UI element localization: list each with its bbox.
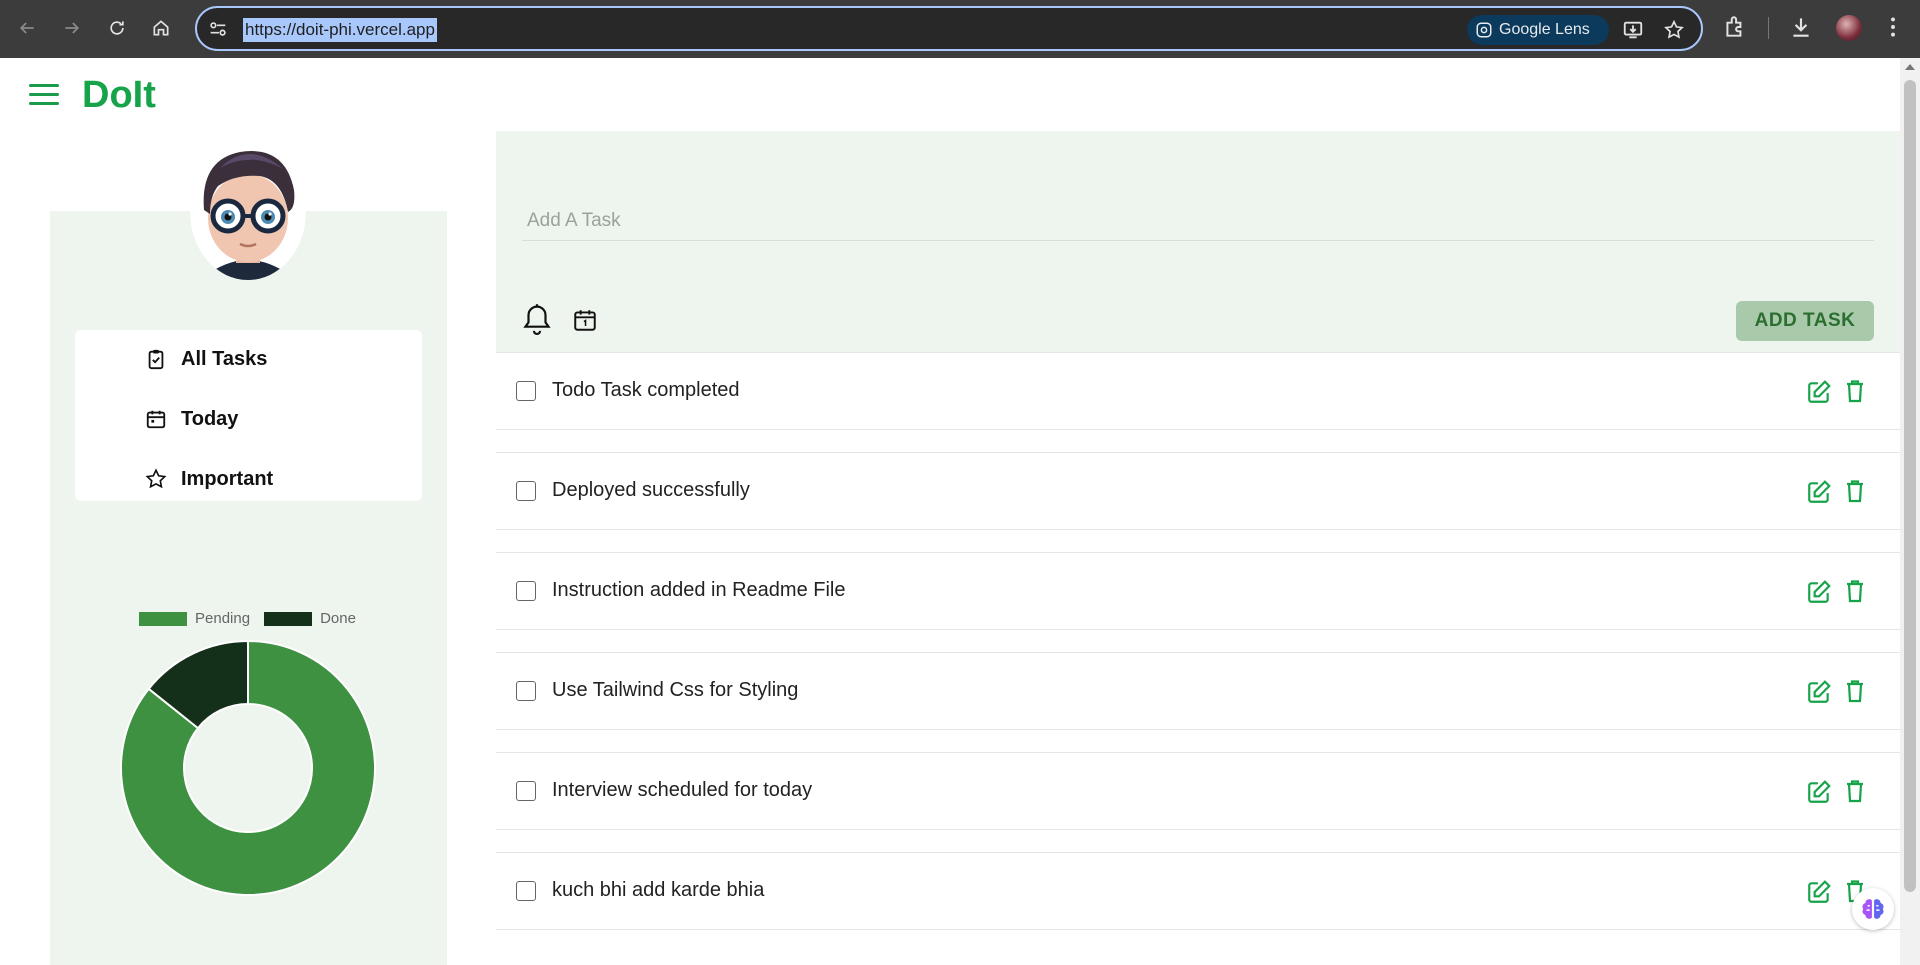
back-button[interactable]: [12, 13, 42, 43]
brain-icon: [1862, 899, 1884, 919]
hamburger-menu-button[interactable]: [29, 84, 59, 106]
add-task-input[interactable]: [522, 201, 1874, 241]
task-row: Deployed successfully: [496, 452, 1900, 530]
calendar-icon[interactable]: [572, 307, 598, 333]
sidebar-item-label: All Tasks: [181, 347, 268, 370]
task-list: Todo Task completed Deployed successfull…: [496, 352, 1900, 952]
bookmark-star-icon[interactable]: [1663, 19, 1685, 41]
reload-icon: [110, 21, 124, 35]
hamburger-line: [29, 84, 59, 87]
arrow-right-icon: [65, 22, 80, 34]
app-logo: DoIt: [82, 74, 156, 116]
page-scrollbar[interactable]: [1900, 58, 1920, 965]
edit-icon[interactable]: [1806, 479, 1832, 505]
task-status-donut-chart: [120, 640, 376, 896]
legend-label: Pending: [195, 610, 251, 627]
more-menu-icon[interactable]: [1880, 14, 1906, 40]
task-text: Deployed successfully: [552, 479, 750, 501]
trash-icon[interactable]: [1844, 579, 1866, 603]
home-button[interactable]: [146, 13, 176, 43]
sidebar-item-label: Today: [181, 407, 239, 430]
legend-item-done[interactable]: Done: [264, 610, 356, 627]
trash-icon[interactable]: [1844, 779, 1866, 803]
chart-legend: Pending Done: [139, 610, 370, 627]
address-bar[interactable]: https://doit-phi.vercel.app Google Lens: [195, 6, 1703, 51]
home-icon: [153, 20, 169, 36]
legend-swatch-done: [264, 611, 313, 626]
hamburger-line: [29, 102, 59, 105]
sidebar-item-label: Important: [181, 467, 274, 490]
clipboard-check-icon: [148, 349, 164, 370]
edit-icon[interactable]: [1806, 379, 1832, 405]
legend-label: Done: [320, 610, 356, 627]
task-checkbox[interactable]: [516, 381, 536, 401]
legend-item-pending[interactable]: Pending: [139, 610, 250, 627]
task-checkbox[interactable]: [516, 581, 536, 601]
sidebar-item-important[interactable]: Important: [145, 462, 273, 496]
trash-icon[interactable]: [1844, 379, 1866, 403]
add-task-panel: ADD TASK: [496, 131, 1900, 352]
task-text: Interview scheduled for today: [552, 779, 813, 801]
task-text: Todo Task completed: [552, 379, 740, 401]
scroll-thumb[interactable]: [1904, 80, 1916, 892]
sidebar-item-all-tasks[interactable]: All Tasks: [145, 342, 267, 376]
extensions-icon[interactable]: [1722, 14, 1748, 40]
task-row: Interview scheduled for today: [496, 752, 1900, 830]
site-settings-icon[interactable]: [207, 18, 229, 40]
task-text: kuch bhi add karde bhia: [552, 879, 765, 901]
sidebar-menu: All Tasks Today Important: [75, 330, 422, 501]
legend-swatch-pending: [139, 611, 187, 626]
scroll-up-arrow[interactable]: [1905, 64, 1915, 70]
google-lens-button[interactable]: Google Lens: [1467, 15, 1609, 45]
task-checkbox[interactable]: [516, 681, 536, 701]
task-checkbox[interactable]: [516, 481, 536, 501]
edit-icon[interactable]: [1806, 679, 1832, 705]
google-lens-label: Google Lens: [1499, 21, 1590, 38]
url-text[interactable]: https://doit-phi.vercel.app: [243, 18, 437, 42]
edit-icon[interactable]: [1806, 879, 1832, 905]
task-row: Todo Task completed: [496, 352, 1900, 430]
arrow-left-icon: [19, 22, 34, 34]
reload-button[interactable]: [102, 13, 132, 43]
bell-icon[interactable]: [522, 303, 552, 337]
task-text: Use Tailwind Css for Styling: [552, 679, 799, 701]
install-app-icon[interactable]: [1622, 19, 1644, 41]
lens-icon: [1476, 22, 1492, 38]
user-avatar: [190, 144, 306, 280]
trash-icon[interactable]: [1844, 679, 1866, 703]
trash-icon[interactable]: [1844, 479, 1866, 503]
toolbar-separator: [1768, 17, 1769, 39]
browser-toolbar: https://doit-phi.vercel.app Google Lens: [0, 0, 1920, 58]
assistant-widget-button[interactable]: [1852, 888, 1894, 930]
task-checkbox[interactable]: [516, 881, 536, 901]
task-checkbox[interactable]: [516, 781, 536, 801]
add-task-button[interactable]: ADD TASK: [1736, 301, 1874, 341]
edit-icon[interactable]: [1806, 579, 1832, 605]
sidebar-item-today[interactable]: Today: [145, 402, 238, 436]
forward-button[interactable]: [57, 13, 87, 43]
star-icon: [145, 468, 167, 489]
calendar-icon: [146, 410, 166, 429]
task-row: Instruction added in Readme File: [496, 552, 1900, 630]
download-icon[interactable]: [1788, 14, 1814, 40]
hamburger-line: [29, 93, 59, 96]
profile-avatar[interactable]: [1836, 15, 1862, 41]
edit-icon[interactable]: [1806, 779, 1832, 805]
task-row: kuch bhi add karde bhia: [496, 852, 1900, 930]
task-text: Instruction added in Readme File: [552, 579, 846, 601]
task-row: Use Tailwind Css for Styling: [496, 652, 1900, 730]
